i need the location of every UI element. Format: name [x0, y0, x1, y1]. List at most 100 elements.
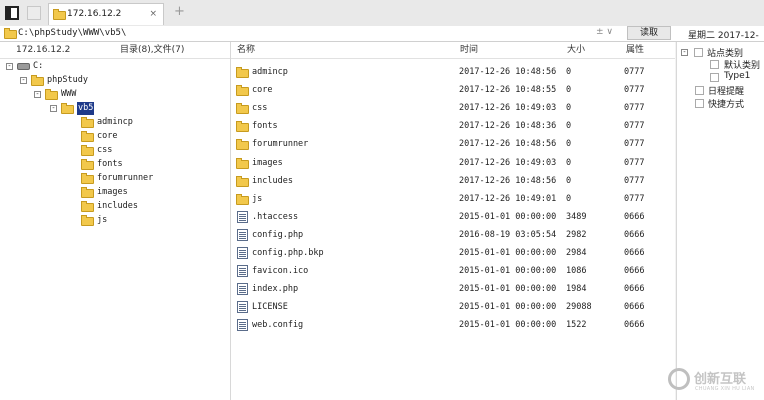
file-time: 2015-01-01 00:00:00	[459, 248, 557, 258]
file-time: 2017-12-26 10:48:55	[459, 85, 557, 96]
file-row[interactable]: .htaccess 2015-01-01 00:00:00 3489 0666	[231, 208, 675, 226]
file-perm: 0666	[624, 302, 645, 313]
file-perm: 0666	[624, 248, 645, 258]
folder-icon	[236, 67, 249, 78]
tree-item[interactable]: js	[0, 214, 230, 227]
folder-icon	[236, 175, 249, 187]
folder-icon	[81, 131, 94, 142]
folder-icon	[236, 85, 249, 97]
file-name: config.php	[252, 229, 304, 240]
file-name: .htaccess	[252, 211, 299, 222]
file-time: 2016-08-19 03:05:54	[459, 229, 557, 240]
bookmark-item[interactable]: Type1	[724, 71, 750, 81]
blank-tab-icon[interactable]	[27, 6, 41, 20]
tree-item[interactable]: forumrunner	[0, 172, 230, 185]
file-time: 2015-01-01 00:00:00	[459, 284, 557, 295]
tree-item-label: css	[97, 145, 113, 155]
file-name: config.php.bkp	[252, 248, 324, 258]
tree-item[interactable]: core	[0, 130, 230, 143]
file-name: web.config	[252, 320, 304, 331]
file-size: 0	[566, 85, 572, 96]
directory-tree-panel: 172.16.12.2 目录(8),文件(7) - C: - phpStudy - WWW…	[0, 42, 231, 400]
tree-item-label: core	[97, 131, 118, 141]
tree-item-label: phpStudy	[47, 75, 88, 85]
tab-active[interactable]: 172.16.12.2 ×	[48, 3, 164, 25]
file-row[interactable]: images 2017-12-26 10:49:03 0 0777	[231, 154, 675, 172]
file-row[interactable]: config.php.bkp 2015-01-01 00:00:00 2984 066…	[231, 244, 675, 262]
file-perm: 0666	[624, 284, 645, 295]
file-name: forumrunner	[252, 139, 309, 150]
file-icon	[237, 265, 248, 278]
file-row[interactable]: admincp 2017-12-26 10:48:56 0 0777	[231, 63, 675, 81]
column-header-size[interactable]: 大小	[567, 42, 585, 58]
bookmark-item[interactable]: 日程提醒	[708, 84, 744, 97]
file-row[interactable]: index.php 2015-01-01 00:00:00 1984 0666	[231, 280, 675, 298]
tree-item[interactable]: css	[0, 144, 230, 157]
tree-item[interactable]: - WWW	[0, 88, 230, 101]
file-row[interactable]: js 2017-12-26 10:49:01 0 0777	[231, 190, 675, 208]
file-time: 2015-01-01 00:00:00	[459, 302, 557, 313]
file-time: 2017-12-26 10:48:56	[459, 175, 557, 186]
file-time: 2017-12-26 10:49:03	[459, 103, 557, 114]
file-name: includes	[252, 175, 293, 186]
tree-item-label: forumrunner	[97, 173, 154, 183]
column-header-name[interactable]: 名称	[237, 42, 255, 58]
folder-icon	[236, 157, 249, 169]
tab-bar: 172.16.12.2 × +	[0, 0, 764, 27]
tree-item[interactable]: fonts	[0, 158, 230, 171]
close-icon[interactable]: ×	[149, 9, 157, 19]
tree-item[interactable]: - C:	[0, 60, 230, 73]
read-button[interactable]: 读取	[627, 26, 671, 40]
tree-item[interactable]: - vb5	[0, 102, 230, 115]
add-tab-button[interactable]: +	[174, 4, 185, 19]
file-name: index.php	[252, 284, 299, 295]
file-perm: 0666	[624, 211, 645, 222]
bookmark-item[interactable]: 默认类别	[724, 58, 760, 71]
collapse-icon[interactable]: -	[6, 63, 13, 70]
file-row[interactable]: core 2017-12-26 10:48:55 0 0777	[231, 81, 675, 99]
file-size: 0	[566, 67, 572, 77]
file-perm: 0777	[624, 193, 645, 204]
file-time: 2015-01-01 00:00:00	[459, 211, 557, 222]
collapse-icon[interactable]: -	[20, 77, 27, 84]
file-name: fonts	[252, 121, 278, 132]
path-bar: C:\phpStudy\WWW\vb5\ ± ∨ 读取 星期二 2017-12-	[0, 26, 764, 42]
tree-item[interactable]: - phpStudy	[0, 74, 230, 87]
collapse-icon[interactable]: -	[50, 105, 57, 112]
file-row[interactable]: web.config 2015-01-01 00:00:00 1522 0666	[231, 316, 675, 334]
file-row[interactable]: fonts 2017-12-26 10:48:36 0 0777	[231, 117, 675, 135]
file-row[interactable]: favicon.ico 2015-01-01 00:00:00 1086 0666	[231, 262, 675, 280]
file-row[interactable]: config.php 2016-08-19 03:05:54 2982 0666	[231, 226, 675, 244]
file-row[interactable]: includes 2017-12-26 10:48:56 0 0777	[231, 172, 675, 190]
tree-item-label: WWW	[61, 89, 77, 99]
file-perm: 0666	[624, 320, 645, 331]
file-row[interactable]: css 2017-12-26 10:49:03 0 0777	[231, 99, 675, 117]
dir-summary: 目录(8),文件(7)	[120, 45, 185, 55]
panel-toggle-icon[interactable]	[5, 6, 19, 20]
path-input[interactable]: C:\phpStudy\WWW\vb5\	[18, 28, 126, 38]
folder-icon	[81, 187, 94, 198]
category-icon	[694, 48, 703, 57]
file-row[interactable]: LICENSE 2015-01-01 00:00:00 29088 0666	[231, 298, 675, 316]
file-name: images	[252, 157, 283, 168]
folder-icon	[236, 193, 249, 205]
collapse-icon[interactable]: -	[34, 91, 41, 98]
tab-title: 172.16.12.2	[67, 9, 122, 19]
file-size: 2982	[566, 229, 587, 240]
column-header-time[interactable]: 时间	[460, 42, 478, 58]
folder-icon	[81, 201, 94, 212]
path-dropdown-icon[interactable]: ± ∨	[596, 27, 613, 37]
folder-icon	[53, 9, 66, 20]
tree-item[interactable]: admincp	[0, 116, 230, 129]
tree-item-label: fonts	[97, 159, 123, 169]
bookmark-item[interactable]: 快捷方式	[708, 97, 744, 110]
file-icon	[237, 319, 248, 332]
file-row[interactable]: forumrunner 2017-12-26 10:48:56 0 0777	[231, 135, 675, 153]
column-header-perm[interactable]: 属性	[626, 42, 644, 58]
tree-item[interactable]: images	[0, 186, 230, 199]
tree-item[interactable]: includes	[0, 200, 230, 213]
watermark-subtext: CHUANG XIN HU LIAN	[695, 386, 755, 392]
collapse-icon[interactable]: -	[681, 49, 688, 56]
file-perm: 0777	[624, 85, 645, 96]
file-icon	[237, 283, 248, 296]
